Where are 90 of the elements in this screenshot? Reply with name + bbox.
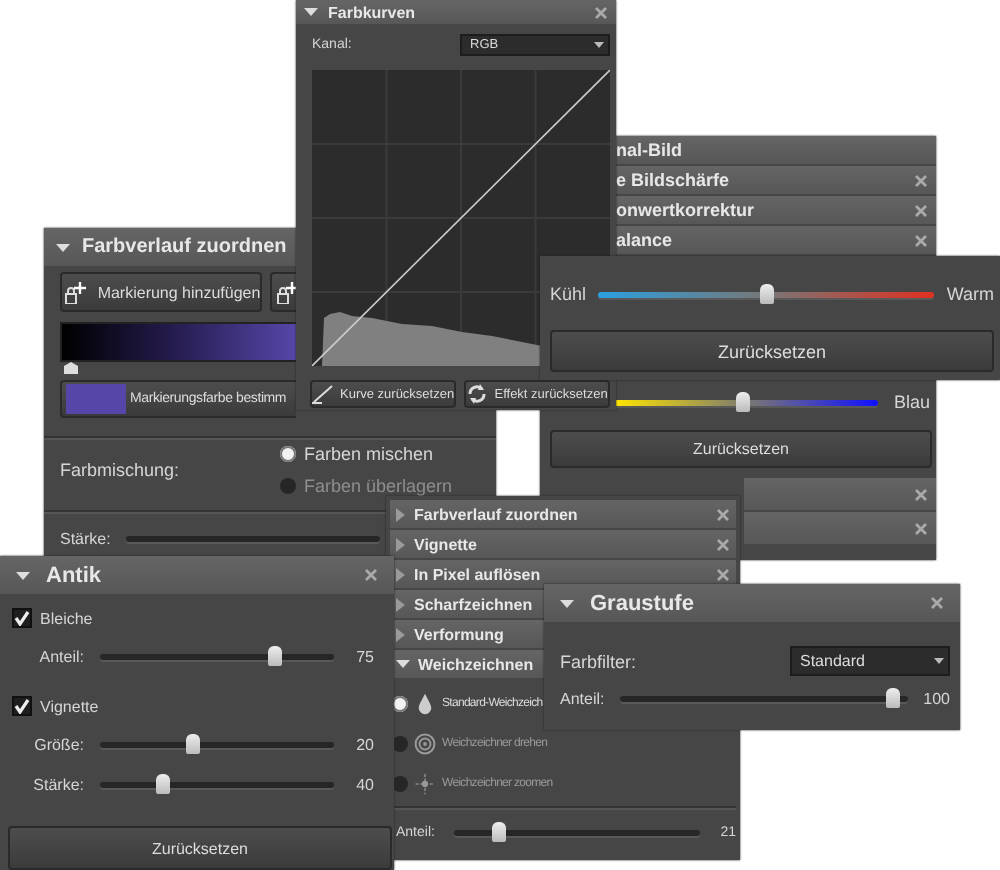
slider-label: Stärke:: [32, 775, 84, 793]
slider-thumb[interactable]: [268, 645, 283, 665]
slider-thumb[interactable]: [736, 391, 751, 411]
radio-button[interactable]: [280, 446, 296, 462]
slider-value: 40: [354, 775, 374, 793]
checkbox-label: Bleiche: [40, 609, 93, 627]
close-icon[interactable]: [914, 203, 928, 217]
close-icon[interactable]: [914, 233, 928, 247]
refresh-icon: [466, 384, 489, 404]
panel-header[interactable]: e Bildschärfe: [616, 166, 936, 194]
color-swatch: [66, 384, 126, 414]
panel-title: Weichzeichnen: [418, 655, 536, 673]
disclosure-icon[interactable]: [56, 241, 70, 253]
close-icon[interactable]: [716, 537, 730, 551]
spiral-icon: [414, 731, 436, 755]
panel-title: Farbverlauf zuordnen: [82, 236, 289, 258]
disclosure-icon[interactable]: [396, 658, 410, 670]
add-marker-button[interactable]: Markierung hinzufügen: [60, 272, 262, 312]
panel-header[interactable]: Graustufe: [544, 584, 960, 622]
panel-title: nal-Bild: [616, 140, 684, 160]
panel-header[interactable]: Weichzeichnen: [390, 650, 544, 678]
check-icon: [14, 610, 30, 626]
checkbox-label: Vignette: [40, 697, 99, 715]
checkbox[interactable]: [12, 608, 32, 628]
disclosure-icon[interactable]: [16, 569, 30, 581]
slider-label: Größe:: [32, 735, 84, 753]
slider-value: 20: [354, 735, 374, 753]
panel-header[interactable]: alance: [616, 226, 936, 254]
check-icon: [14, 698, 30, 714]
close-icon[interactable]: [914, 521, 928, 535]
disclosure-icon[interactable]: [304, 6, 318, 18]
checkbox[interactable]: [12, 696, 32, 716]
panel-header[interactable]: In Pixel auflösen: [390, 560, 736, 588]
filter-dropdown[interactable]: Standard: [790, 646, 950, 676]
panel-header[interactable]: Farbkurven: [296, 0, 616, 24]
slider-track[interactable]: [126, 535, 380, 541]
panel-header[interactable]: Farbverlauf zuordnen: [390, 500, 736, 528]
zoom-arrows-icon: [414, 771, 436, 795]
close-icon[interactable]: [364, 568, 378, 582]
panel-header[interactable]: onwertkorrektur: [616, 196, 936, 224]
slider-thumb[interactable]: [186, 733, 201, 753]
panel-title: alance: [616, 230, 675, 250]
panel-title: Vignette: [414, 535, 479, 553]
close-icon[interactable]: [716, 567, 730, 581]
field-label: Stärke:: [60, 529, 111, 547]
disclosure-icon[interactable]: [560, 597, 574, 609]
marker-button[interactable]: [270, 272, 296, 312]
field-label: Farbmischung:: [60, 460, 182, 480]
panel-header[interactable]: Scharfzeichnen: [390, 590, 544, 618]
curve-icon: [312, 384, 334, 404]
slider-thumb[interactable]: [492, 821, 507, 841]
panel-title: Scharfzeichnen: [414, 595, 535, 613]
slider-label: Anteil:: [37, 647, 84, 665]
reset-button[interactable]: Zurücksetzen: [8, 826, 392, 870]
slider-label: Anteil:: [560, 689, 605, 707]
panel-title: Graustufe: [590, 591, 696, 615]
field-label: Farbfilter:: [560, 651, 637, 671]
panel-header[interactable]: Vignette: [390, 530, 736, 558]
panel-title: Farbkurven: [328, 3, 418, 21]
close-icon[interactable]: [716, 507, 730, 521]
radio-label: Farben mischen: [304, 444, 434, 464]
close-icon[interactable]: [930, 596, 944, 610]
slider-label: Blau: [893, 392, 930, 412]
panel-title: Antik: [46, 563, 103, 587]
marker-add-icon: [61, 281, 86, 303]
panel-header[interactable]: Antik: [0, 556, 394, 594]
slider-value: 75: [354, 647, 374, 665]
panel-header[interactable]: Farbverlauf zuordnen: [44, 228, 296, 266]
radio-label: Farben überlagern: [304, 476, 453, 496]
marker-add-icon: [274, 281, 296, 303]
close-icon[interactable]: [914, 173, 928, 187]
slider-thumb[interactable]: [885, 687, 900, 707]
panel-title: Verformung: [414, 625, 506, 643]
radio-button[interactable]: [280, 478, 296, 494]
reset-button[interactable]: Zurücksetzen: [550, 330, 994, 372]
reset-button[interactable]: Zurücksetzen: [550, 430, 932, 468]
panel-title: onwertkorrektur: [616, 200, 757, 220]
panel-title: In Pixel auflösen: [414, 565, 543, 583]
slider-label: Kühl: [550, 284, 587, 304]
close-icon[interactable]: [914, 487, 928, 501]
slider-value: 100: [923, 689, 950, 707]
drop-icon: [414, 691, 436, 715]
close-icon[interactable]: [594, 5, 608, 19]
panel-title: e Bildschärfe: [616, 170, 732, 190]
slider-thumb[interactable]: [156, 773, 171, 793]
slider-thumb[interactable]: [759, 283, 774, 303]
panel-title: Farbverlauf zuordnen: [414, 505, 580, 523]
panel-header[interactable]: Verformung: [390, 620, 544, 648]
panel-header[interactable]: nal-Bild: [616, 136, 936, 164]
slider-label: Warm: [946, 284, 994, 304]
